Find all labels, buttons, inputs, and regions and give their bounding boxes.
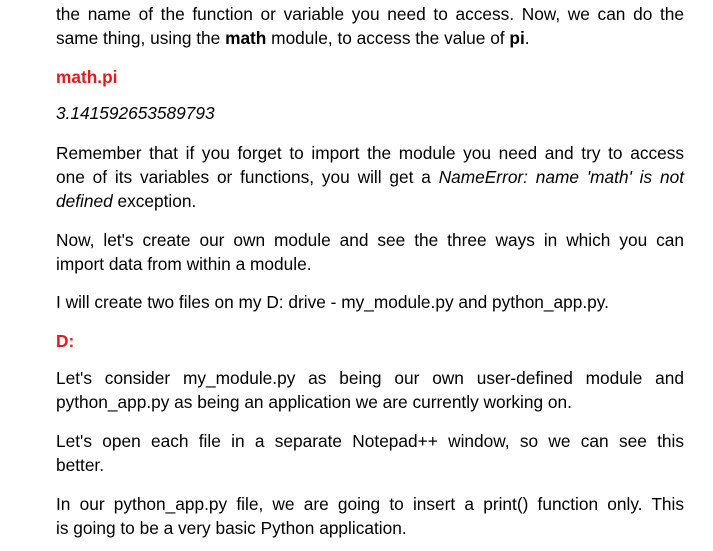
paragraph-4: I will create two files on my D: drive -…: [56, 292, 609, 312]
paragraph-6-line-2: better.: [56, 455, 105, 475]
paragraph-7-line-1: In our python_app.py file, we are going …: [56, 494, 684, 514]
paragraph-2-line-3: defined exception.: [56, 191, 197, 211]
paragraph-1-line-1: the name of the function or variable you…: [56, 4, 684, 24]
keyword-math: math: [225, 28, 267, 48]
code-snippet-drive: D:: [56, 331, 75, 351]
paragraph-7-line-2: is going to be a very basic Python appli…: [56, 518, 407, 538]
code-snippet-math-pi: math.pi: [56, 67, 118, 87]
paragraph-5-line-1: Let's consider my_module.py as being our…: [56, 368, 684, 388]
paragraph-6-line-1: Let's open each file in a separate Notep…: [56, 431, 684, 451]
paragraph-5-line-2: python_app.py as being an application we…: [56, 392, 572, 412]
paragraph-3-line-1: Now, let's create our own module and see…: [56, 230, 684, 250]
paragraph-2-line-1: Remember that if you forget to import th…: [56, 143, 684, 163]
keyword-pi: pi: [509, 28, 525, 48]
paragraph-1-line-2: same thing, using the math module, to ac…: [56, 28, 530, 48]
paragraph-3-line-2: import data from within a module.: [56, 254, 312, 274]
paragraph-2-line-2: one of its variables or functions, you w…: [56, 167, 685, 187]
code-output: 3.141592653589793: [56, 103, 215, 123]
error-name: NameError: name 'math' is not: [438, 167, 685, 187]
